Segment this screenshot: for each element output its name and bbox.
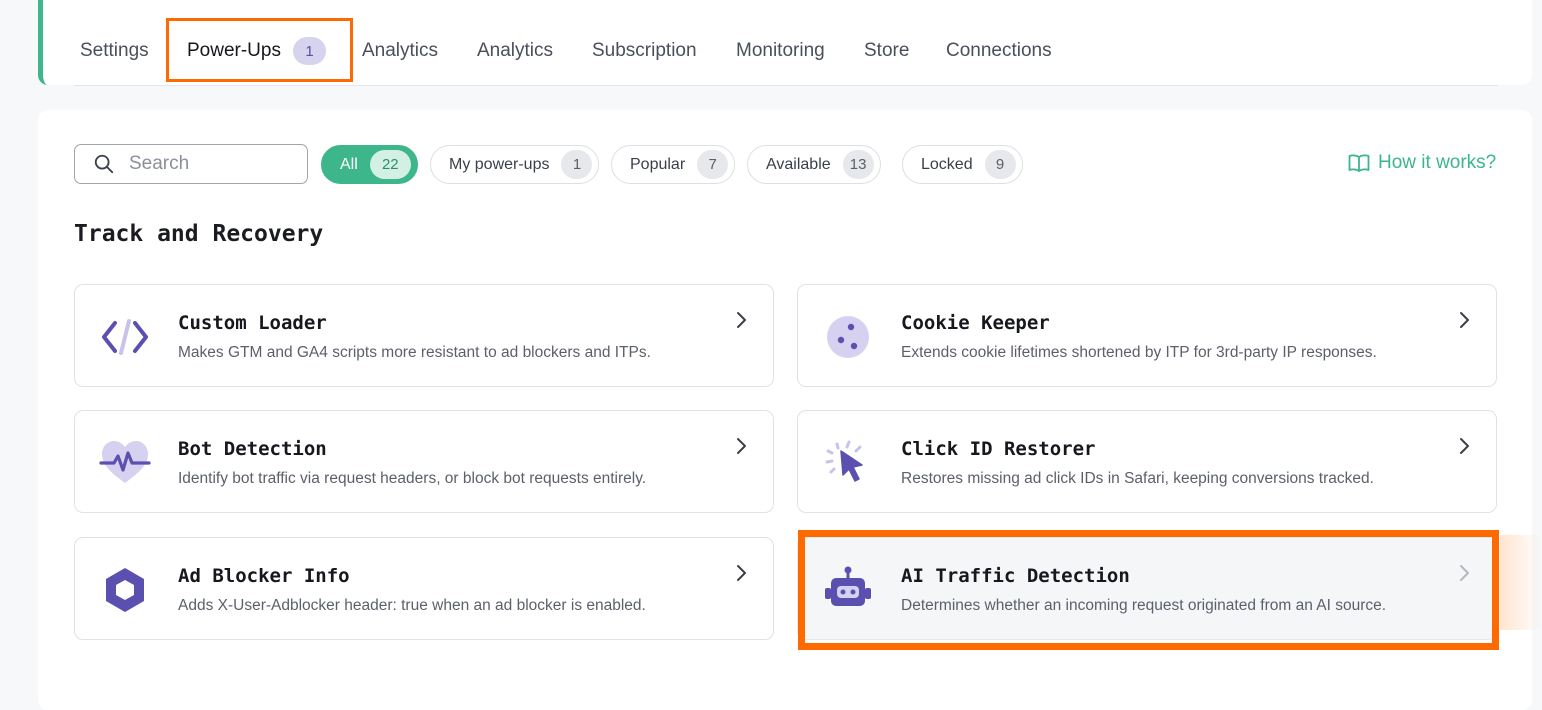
code-icon bbox=[102, 319, 148, 355]
card-title: Cookie Keeper bbox=[901, 312, 1050, 334]
card-title: Bot Detection bbox=[178, 438, 327, 460]
card-description: Restores missing ad click IDs in Safari,… bbox=[901, 470, 1374, 487]
card-title: Ad Blocker Info bbox=[178, 565, 350, 587]
power-up-card-cookie-keeper[interactable]: Cookie Keeper Extends cookie lifetimes s… bbox=[797, 284, 1497, 387]
chevron-right-icon bbox=[1460, 565, 1469, 581]
filter-all[interactable]: All 22 bbox=[321, 145, 418, 184]
section-title: Track and Recovery bbox=[74, 221, 324, 247]
power-up-card-ad-blocker-info[interactable]: Ad Blocker Info Adds X-User-Adblocker he… bbox=[74, 537, 774, 640]
filter-count: 22 bbox=[369, 150, 411, 179]
tab-connections[interactable]: Connections bbox=[946, 18, 1052, 84]
filter-count: 7 bbox=[697, 150, 729, 179]
power-up-card-custom-loader[interactable]: Custom Loader Makes GTM and GA4 scripts … bbox=[74, 284, 774, 387]
hexagon-icon bbox=[106, 568, 144, 612]
tab-analytics-2[interactable]: Analytics bbox=[477, 18, 553, 84]
chevron-right-icon bbox=[737, 565, 746, 581]
robot-icon bbox=[825, 566, 871, 606]
filter-locked[interactable]: Locked 9 bbox=[902, 145, 1023, 184]
card-description: Determines whether an incoming request o… bbox=[901, 597, 1387, 614]
chevron-right-icon bbox=[1460, 438, 1469, 454]
filter-popular[interactable]: Popular 7 bbox=[611, 145, 736, 184]
tab-monitoring[interactable]: Monitoring bbox=[736, 18, 825, 84]
cursor-click-icon bbox=[825, 440, 863, 482]
search-icon bbox=[94, 154, 114, 174]
cookie-icon bbox=[827, 316, 869, 358]
power-up-card-click-id-restorer[interactable]: Click ID Restorer Restores missing ad cl… bbox=[797, 410, 1497, 513]
chevron-right-icon bbox=[1460, 312, 1469, 328]
chevron-right-icon bbox=[737, 438, 746, 454]
power-up-card-bot-detection[interactable]: Bot Detection Identify bot traffic via r… bbox=[74, 410, 774, 513]
filter-count: 13 bbox=[842, 150, 874, 179]
power-up-card-ai-traffic-detection[interactable]: AI Traffic Detection Determines whether … bbox=[797, 537, 1497, 640]
filter-count: 9 bbox=[984, 150, 1016, 179]
card-description: Makes GTM and GA4 scripts more resistant… bbox=[178, 344, 651, 361]
card-description: Adds X-User-Adblocker header: true when … bbox=[178, 597, 646, 614]
filter-available[interactable]: Available 13 bbox=[747, 145, 881, 184]
tab-badge: 1 bbox=[292, 37, 326, 65]
tab-power-ups[interactable]: Power-Ups 1 bbox=[187, 18, 326, 84]
tab-settings[interactable]: Settings bbox=[80, 18, 149, 84]
tab-store[interactable]: Store bbox=[864, 18, 909, 84]
book-icon bbox=[1348, 154, 1370, 172]
filter-count: 1 bbox=[561, 150, 593, 179]
chevron-right-icon bbox=[737, 312, 746, 328]
card-title: AI Traffic Detection bbox=[901, 565, 1130, 587]
search-box[interactable] bbox=[74, 144, 308, 184]
heartbeat-icon bbox=[99, 441, 151, 483]
how-it-works-link[interactable]: How it works? bbox=[1348, 152, 1496, 174]
card-description: Identify bot traffic via request headers… bbox=[178, 470, 647, 487]
card-title: Click ID Restorer bbox=[901, 438, 1096, 460]
tab-bar: Settings Power-Ups 1 Analytics Analytics… bbox=[74, 18, 1498, 86]
tab-analytics[interactable]: Analytics bbox=[362, 18, 438, 84]
tab-subscription[interactable]: Subscription bbox=[592, 18, 697, 84]
search-input[interactable] bbox=[127, 152, 301, 176]
filter-my-power-ups[interactable]: My power-ups 1 bbox=[430, 145, 600, 184]
card-description: Extends cookie lifetimes shortened by IT… bbox=[901, 344, 1377, 361]
card-title: Custom Loader bbox=[178, 312, 327, 334]
